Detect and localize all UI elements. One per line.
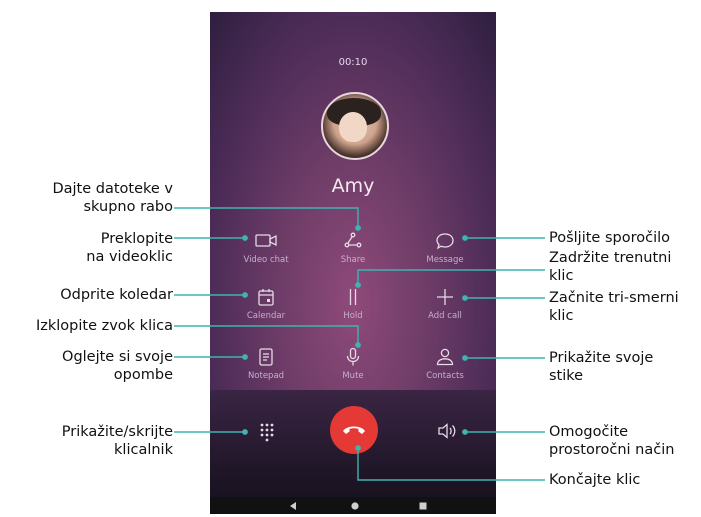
annotation-mute: Izklopite zvok klica [35, 318, 173, 334]
annotation-end-call: Končajte klic [549, 472, 641, 488]
annotation-video: Preklopite na videoklic [86, 231, 173, 265]
annotation-notepad: Oglejte si svoje opombe [62, 349, 173, 383]
annotation-share: Dajte datoteke v skupno rabo [52, 181, 173, 215]
annotation-dialpad: Prikažite/skrijte klicalnik [61, 424, 173, 458]
annotation-speaker: Omogočite prostoročni način [549, 424, 675, 458]
annotation-add-call: Začnite tri-smerni klic [549, 290, 679, 324]
annotation-hold: Zadržite trenutni klic [549, 250, 672, 284]
annotation-message: Pošljite sporočilo [549, 230, 670, 246]
annotation-calendar: Odprite koledar [60, 287, 173, 303]
annotation-contacts: Prikažite svoje stike [549, 350, 654, 384]
